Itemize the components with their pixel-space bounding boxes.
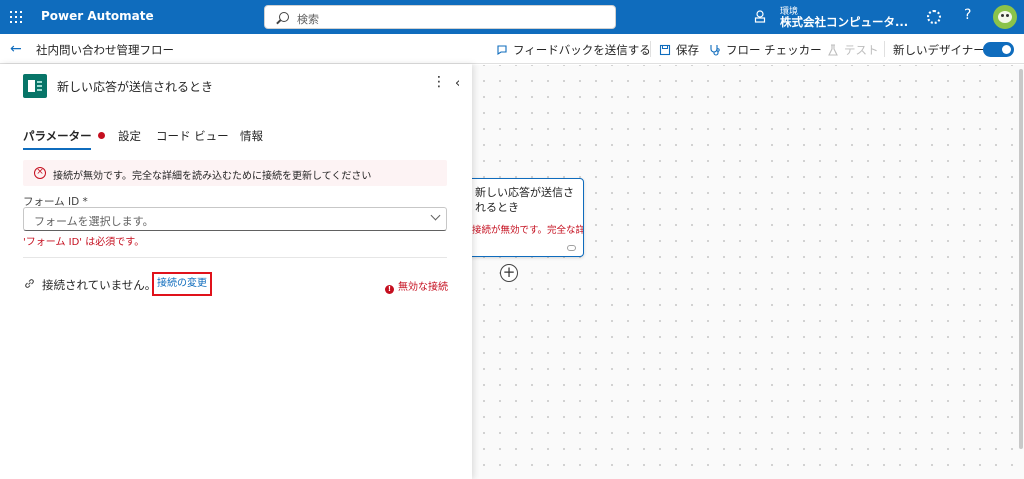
stethoscope-icon xyxy=(710,45,720,56)
form-id-dropdown[interactable]: フォームを選択します。 xyxy=(23,207,447,231)
form-id-placeholder: フォームを選択します。 xyxy=(34,215,154,228)
more-options-icon[interactable]: ⋮ xyxy=(432,75,446,89)
connection-link-icon xyxy=(567,245,576,251)
chevron-down-icon xyxy=(430,210,441,221)
tab-info[interactable]: 情報 xyxy=(240,128,263,144)
panel-title: 新しい応答が送信されるとき xyxy=(57,80,214,94)
feedback-icon xyxy=(497,45,507,56)
feedback-label: フィードバックを送信する xyxy=(513,43,651,57)
add-step-button[interactable]: + xyxy=(500,264,518,282)
tab-parameters-label: パラメーター xyxy=(23,129,92,143)
connection-status: 接続されていません。 xyxy=(42,278,157,292)
active-tab-indicator xyxy=(23,148,91,150)
tab-settings[interactable]: 設定 xyxy=(118,128,141,144)
tab-parameters[interactable]: パラメーター xyxy=(23,128,105,144)
feedback-button[interactable]: フィードバックを送信する xyxy=(496,42,651,58)
gear-icon[interactable] xyxy=(927,10,941,24)
divider xyxy=(23,257,447,258)
flow-checker-label: フロー チェッカー xyxy=(726,43,822,57)
canvas-scrollbar[interactable] xyxy=(1018,65,1024,479)
test-button[interactable]: テスト xyxy=(827,42,879,58)
tab-code-view[interactable]: コード ビュー xyxy=(156,128,229,144)
forms-icon xyxy=(23,74,47,98)
app-header: Power Automate 検索 環境 株式会社コンピュータ... ? xyxy=(0,0,1024,34)
back-arrow-icon[interactable]: ← xyxy=(10,41,22,57)
search-input[interactable]: 検索 xyxy=(297,11,319,27)
flow-checker-button[interactable]: フロー チェッカー xyxy=(709,42,822,58)
action-details-panel: 新しい応答が送信されるとき ⋮ ‹ パラメーター 設定 コード ビュー 情報 ×… xyxy=(0,64,472,479)
flask-icon xyxy=(828,44,838,56)
connection-error-banner: × 接続が無効です。完全な詳細を読み込むために接続を更新してください xyxy=(23,160,447,186)
connection-error-text: 接続が無効です。完全な詳細を読み込むために接続を更新してください xyxy=(53,171,372,182)
app-name[interactable]: Power Automate xyxy=(41,9,154,23)
new-designer-label: 新しいデザイナー xyxy=(893,43,985,57)
invalid-connection-label: 無効な接続 xyxy=(398,282,448,293)
divider xyxy=(884,41,885,57)
flow-name: 社内問い合わせ管理フロー xyxy=(36,43,174,57)
avatar-eye-left xyxy=(1001,14,1004,17)
save-icon xyxy=(659,44,671,56)
avatar-face xyxy=(998,11,1012,23)
search-icon xyxy=(279,12,289,22)
flow-canvas[interactable] xyxy=(472,65,1024,479)
error-dot-icon xyxy=(97,132,105,139)
scrollbar-thumb[interactable] xyxy=(1019,69,1023,449)
new-designer-toggle[interactable] xyxy=(983,42,1014,57)
save-label: 保存 xyxy=(676,43,699,57)
divider xyxy=(650,41,651,57)
collapse-panel-icon[interactable]: ‹ xyxy=(455,76,460,91)
error-circle-icon: × xyxy=(34,167,46,179)
trigger-node-error: 接続が無効です。完全な詳... xyxy=(472,225,584,236)
trigger-node-title: 新しい応答が送信されるとき xyxy=(475,186,574,214)
test-label: テスト xyxy=(844,43,879,57)
change-connection-link[interactable]: 接続の変更 xyxy=(152,272,212,296)
environment-icon xyxy=(754,10,766,23)
link-icon xyxy=(25,279,34,288)
environment-name[interactable]: 株式会社コンピュータ... xyxy=(780,14,908,30)
avatar[interactable] xyxy=(993,5,1017,29)
invalid-connection-badge: ! 無効な接続 xyxy=(385,278,448,294)
save-button[interactable]: 保存 xyxy=(659,42,699,58)
command-bar: ← 社内問い合わせ管理フロー フィードバックを送信する 保存 フロー チェッカー… xyxy=(0,34,1024,64)
error-icon: ! xyxy=(385,285,394,294)
app-launcher-icon[interactable] xyxy=(10,11,22,23)
search-box[interactable]: 検索 xyxy=(264,5,616,29)
avatar-eye-right xyxy=(1006,14,1009,17)
form-id-error: 'フォーム ID' は必須です。 xyxy=(23,237,145,248)
help-icon[interactable]: ? xyxy=(964,7,971,23)
